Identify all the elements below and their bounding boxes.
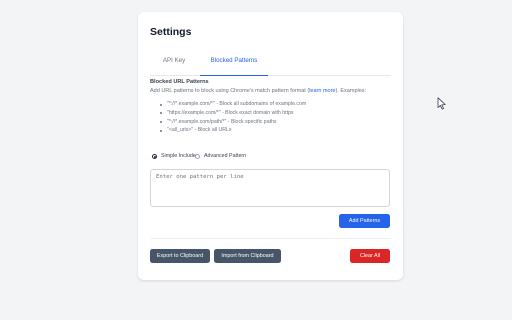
example-item: "*://*.example.com/path/*" - Block speci… bbox=[160, 118, 306, 127]
export-to-clipboard-button[interactable]: Export to Clipboard bbox=[150, 249, 210, 263]
example-item: "<all_urls>" - Block all URLs bbox=[160, 126, 306, 135]
section-description: Add URL patterns to block using Chrome's… bbox=[150, 88, 395, 94]
pattern-textarea[interactable] bbox=[150, 169, 390, 207]
radio-label[interactable]: Simple Include bbox=[152, 153, 196, 159]
tab-blocked-patterns[interactable]: Blocked Patterns bbox=[200, 50, 268, 76]
example-item: "*://*.example.com/*" - Block all subdom… bbox=[160, 100, 306, 109]
add-patterns-button[interactable]: Add Patterns bbox=[339, 214, 390, 228]
examples-list: "*://*.example.com/*" - Block all subdom… bbox=[160, 100, 306, 135]
clear-all-button[interactable]: Clear All bbox=[350, 249, 390, 263]
example-item: "https://example.com/*" - Block exact do… bbox=[160, 109, 306, 118]
import-from-clipboard-button[interactable]: Import from Clipboard bbox=[214, 249, 281, 263]
tab-bar: API Key Blocked Patterns bbox=[150, 50, 391, 76]
radio-label[interactable]: Advanced Pattern bbox=[195, 153, 246, 159]
mouse-pointer-icon bbox=[437, 97, 446, 110]
learn-more-link[interactable]: learn more bbox=[309, 88, 335, 94]
settings-card: Settings API Key Blocked Patterns Blocke… bbox=[138, 12, 403, 280]
page-title: Settings bbox=[150, 26, 192, 38]
tab-api-key[interactable]: API Key bbox=[150, 50, 198, 76]
description-text-end: ). Examples: bbox=[335, 88, 367, 94]
radio-simple-include[interactable]: Simple Include bbox=[152, 152, 196, 161]
section-title: Blocked URL Patterns bbox=[150, 79, 209, 85]
description-text-start: Add URL patterns to block using Chrome's… bbox=[150, 88, 310, 94]
divider bbox=[150, 238, 391, 239]
radio-advanced-pattern[interactable]: Advanced Pattern bbox=[195, 152, 246, 161]
